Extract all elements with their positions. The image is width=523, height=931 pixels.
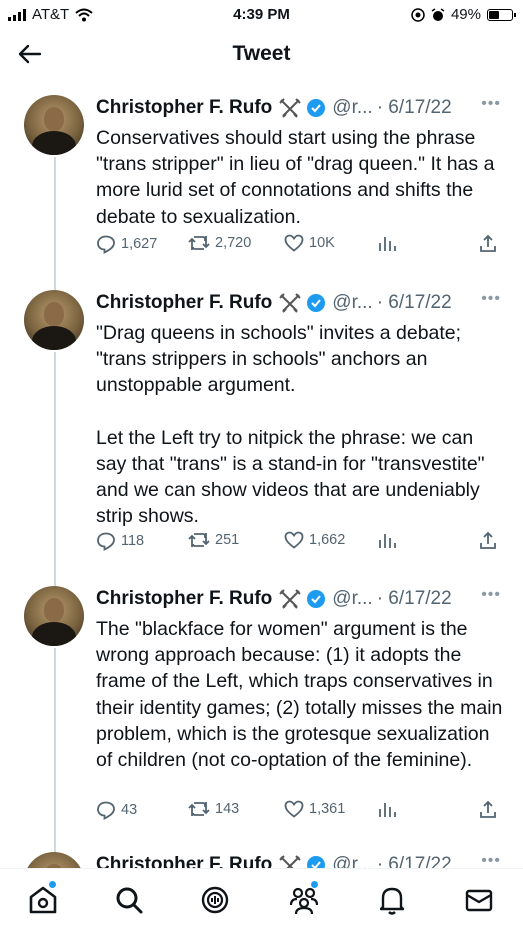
more-icon[interactable]: ••• [481,586,501,604]
views-button[interactable] [377,800,397,818]
reply-icon [97,801,115,820]
heart-icon [284,234,304,252]
reply-icon [97,235,115,254]
tweet-date: · 6/17/22 [376,588,452,609]
share-icon [480,800,496,818]
status-right: 49% [411,6,516,23]
retweet-button[interactable]: 2,720 [188,234,251,252]
reply-count: 43 [121,802,138,818]
like-button[interactable]: 1,662 [284,531,345,549]
tweet[interactable]: Christopher F. Rufo @r... · 6/17/22 ••• … [0,95,523,265]
swords-icon [278,292,302,314]
like-count: 10K [309,235,335,251]
more-icon[interactable]: ••• [481,95,501,113]
author-name[interactable]: Christopher F. Rufo [96,97,272,119]
nav-messages[interactable] [462,883,496,917]
tweet-header: Christopher F. Rufo @r... · 6/17/22 ••• [96,586,501,612]
share-icon [480,234,496,252]
analytics-icon [379,534,396,548]
tweet-date: · 6/17/22 [376,292,452,313]
retweet-count: 2,720 [215,235,252,251]
like-button[interactable]: 10K [284,234,335,252]
author-handle[interactable]: @r... [332,588,372,610]
communities-icon [289,887,319,915]
retweet-count: 251 [215,532,240,548]
reply-button[interactable]: 1,627 [96,234,157,254]
verified-icon [306,293,326,313]
retweet-icon [188,236,210,250]
retweet-icon [188,802,210,816]
like-button[interactable]: 1,361 [284,800,345,818]
more-icon[interactable]: ••• [481,290,501,308]
views-button[interactable] [377,531,397,549]
status-bar: AT&T 4:39 PM 49% [0,0,523,30]
reply-button[interactable]: 118 [96,531,144,551]
battery-icon [487,8,516,21]
tweet-text: The "blackface for women" argument is th… [96,618,508,772]
author-name[interactable]: Christopher F. Rufo [96,588,272,610]
views-button[interactable] [377,234,397,252]
tweet[interactable]: Christopher F. Rufo @r... · 6/17/22 ••• … [0,586,523,831]
tweet-header: Christopher F. Rufo @r... · 6/17/22 ••• [96,290,501,316]
messages-icon [465,889,493,912]
retweet-button[interactable]: 251 [188,531,239,549]
nav-notifications[interactable] [375,883,409,917]
author-handle[interactable]: @r... [332,292,372,314]
author-name[interactable]: Christopher F. Rufo [96,292,272,314]
share-button[interactable] [478,800,498,820]
swords-icon [278,588,302,610]
reply-icon [97,532,115,551]
page-title: Tweet [232,42,291,65]
retweet-button[interactable]: 143 [188,800,239,818]
nav-search[interactable] [112,883,146,917]
tweet-text: Conservatives should start using the phr… [96,127,500,228]
header: Tweet [0,32,523,76]
battery-label: 49% [450,6,481,23]
tweet-text: "Drag queens in schools" invites a debat… [96,322,485,528]
tweet-actions: 43 143 1,361 [96,800,506,822]
notifications-icon [379,887,405,915]
tweet-actions: 1,627 2,720 10K [96,234,506,256]
notification-dot [49,881,56,888]
like-count: 1,662 [309,532,346,548]
nav-communities[interactable] [287,881,321,917]
reply-button[interactable]: 43 [96,800,137,820]
spaces-icon [201,886,229,914]
search-icon [116,887,143,914]
heart-icon [284,531,304,549]
home-icon [29,886,57,914]
verified-icon [306,98,326,118]
alarm-icon [431,7,445,21]
retweet-count: 143 [215,801,240,817]
nav-spaces[interactable] [198,883,232,917]
heart-icon [284,800,304,818]
location-lock-icon [411,7,425,22]
nav-home[interactable] [26,881,60,917]
avatar[interactable] [24,290,84,350]
avatar[interactable] [24,586,84,646]
share-button[interactable] [478,531,498,551]
battery-level [489,10,500,19]
analytics-icon [379,803,396,817]
like-count: 1,361 [309,801,346,817]
reply-count: 118 [121,533,145,549]
tweet-header: Christopher F. Rufo @r... · 6/17/22 ••• [96,95,501,121]
reply-count: 1,627 [121,236,158,252]
share-button[interactable] [478,234,498,254]
share-icon [480,531,496,549]
bottom-nav [0,868,523,931]
tweet-date: · 6/17/22 [376,97,452,118]
analytics-icon [379,237,396,251]
retweet-icon [188,533,210,547]
notification-dot [311,881,318,888]
avatar[interactable] [24,95,84,155]
author-handle[interactable]: @r... [332,97,372,119]
tweet-actions: 118 251 1,662 [96,531,506,553]
tweet[interactable]: Christopher F. Rufo @r... · 6/17/22 ••• … [0,290,523,560]
verified-icon [306,589,326,609]
swords-icon [278,97,302,119]
